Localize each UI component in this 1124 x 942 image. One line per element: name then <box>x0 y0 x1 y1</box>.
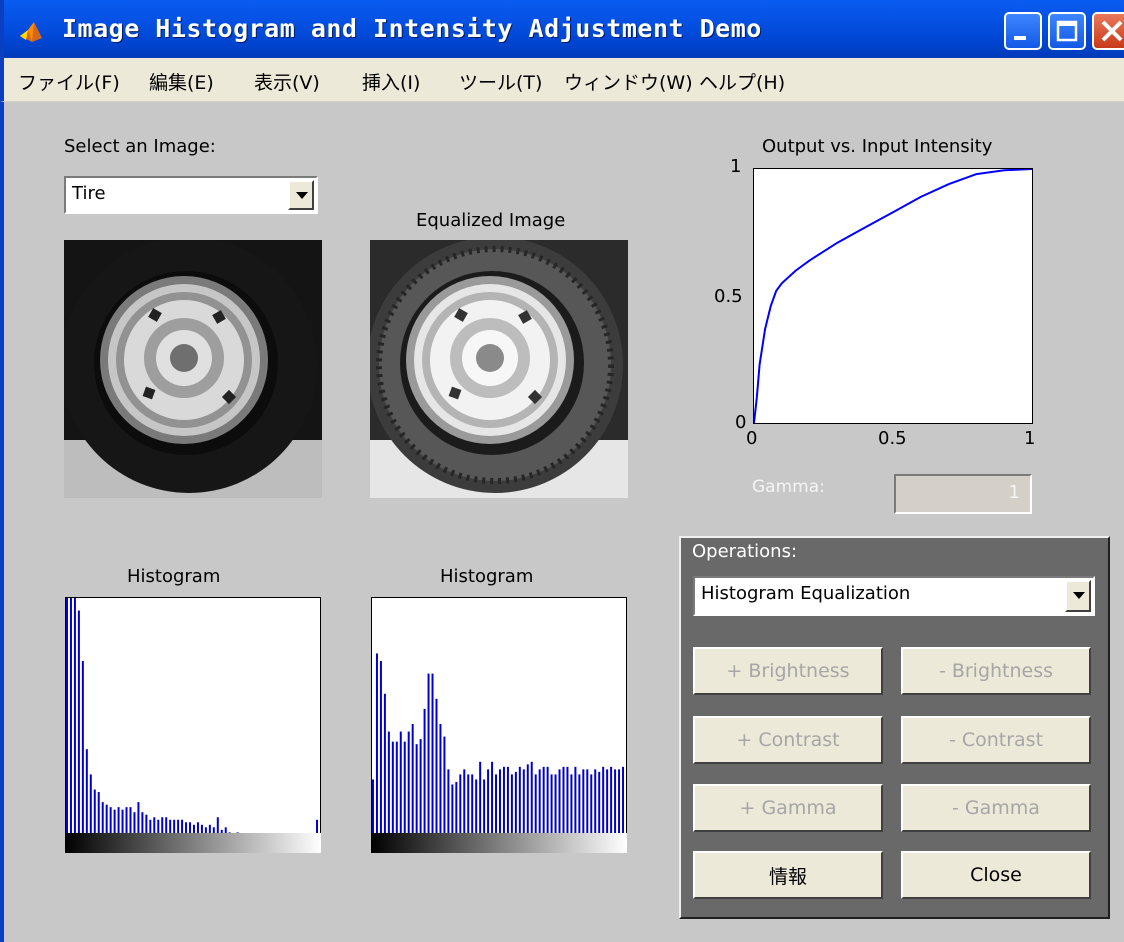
menu-tools[interactable]: ツール(T) <box>459 68 542 95</box>
plus-brightness-button[interactable]: + Brightness <box>693 647 883 695</box>
intensity-curve <box>753 168 1033 424</box>
maximize-button[interactable] <box>1048 12 1086 50</box>
title-bar[interactable]: Image Histogram and Intensity Adjustment… <box>0 0 1124 58</box>
histogram-left <box>65 597 321 851</box>
menu-bar: ファイル(F) 編集(E) 表示(V) 挿入(I) ツール(T) ウィンドウ(W… <box>0 58 1124 102</box>
y-tick-0-5: 0.5 <box>714 286 743 307</box>
intensity-plot <box>753 168 1033 424</box>
menu-help[interactable]: ヘルプ(H) <box>699 68 785 95</box>
histogram-right-bar <box>411 724 414 850</box>
close-icon <box>1101 20 1123 42</box>
minus-gamma-button[interactable]: - Gamma <box>901 784 1091 832</box>
y-tick-1: 1 <box>730 156 742 177</box>
equalized-image <box>370 240 628 498</box>
minus-contrast-button[interactable]: - Contrast <box>901 716 1091 764</box>
menu-view[interactable]: 表示(V) <box>254 68 320 95</box>
close-window-button[interactable] <box>1092 12 1124 50</box>
plot-title: Output vs. Input Intensity <box>762 136 993 157</box>
histogram-left-bar <box>66 598 68 850</box>
histogram-left-bar <box>81 661 84 850</box>
operations-select[interactable]: Histogram Equalization <box>693 576 1095 616</box>
chevron-down-icon[interactable] <box>1065 580 1091 612</box>
histogram-left-title: Histogram <box>127 566 221 587</box>
y-tick-0: 0 <box>735 412 747 433</box>
histogram-left-bar <box>77 610 80 850</box>
window-left-border <box>0 102 4 942</box>
histogram-right-bar <box>439 724 442 850</box>
histogram-right-bar <box>375 653 378 850</box>
operations-title: Operations: <box>692 541 798 562</box>
select-image-label: Select an Image: <box>64 136 216 157</box>
gamma-input[interactable]: 1 <box>894 474 1032 514</box>
operations-select-value: Histogram Equalization <box>701 583 911 604</box>
info-button[interactable]: 情報 <box>693 851 883 899</box>
x-tick-0: 0 <box>746 428 758 449</box>
histogram-right-title: Histogram <box>440 566 534 587</box>
histogram-right-bar <box>379 661 382 850</box>
close-button[interactable]: Close <box>901 851 1091 899</box>
histogram-right-bar <box>427 673 430 850</box>
minimize-button[interactable] <box>1004 12 1042 50</box>
histogram-right-colorbar <box>371 833 627 853</box>
menu-file[interactable]: ファイル(F) <box>18 68 120 95</box>
matlab-logo-icon <box>20 22 42 42</box>
menu-edit[interactable]: 編集(E) <box>149 68 214 95</box>
histogram-right-bar <box>383 693 386 850</box>
window-title: Image Histogram and Intensity Adjustment… <box>62 14 762 43</box>
histogram-left-colorbar <box>65 833 321 853</box>
plus-gamma-button[interactable]: + Gamma <box>693 784 883 832</box>
plus-contrast-button[interactable]: + Contrast <box>693 716 883 764</box>
histogram-right <box>371 597 627 851</box>
chevron-down-icon[interactable] <box>288 180 314 210</box>
maximize-icon <box>1056 20 1078 42</box>
minus-brightness-button[interactable]: - Brightness <box>901 647 1091 695</box>
histogram-right-bar <box>431 673 434 850</box>
menu-window[interactable]: ウィンドウ(W) <box>564 68 693 95</box>
histogram-right-bar <box>423 708 426 850</box>
minimize-icon <box>1014 36 1026 40</box>
gamma-label: Gamma: <box>752 477 825 497</box>
histogram-right-bar <box>435 698 438 850</box>
histogram-left-bar <box>69 598 72 850</box>
x-tick-0-5: 0.5 <box>878 428 907 449</box>
image-select[interactable]: Tire <box>64 176 318 214</box>
x-tick-1: 1 <box>1024 428 1036 449</box>
original-image <box>64 240 322 498</box>
menu-insert[interactable]: 挿入(I) <box>362 68 420 95</box>
histogram-left-bar <box>73 598 76 850</box>
equalized-image-title: Equalized Image <box>416 210 566 231</box>
image-select-value: Tire <box>72 183 106 204</box>
